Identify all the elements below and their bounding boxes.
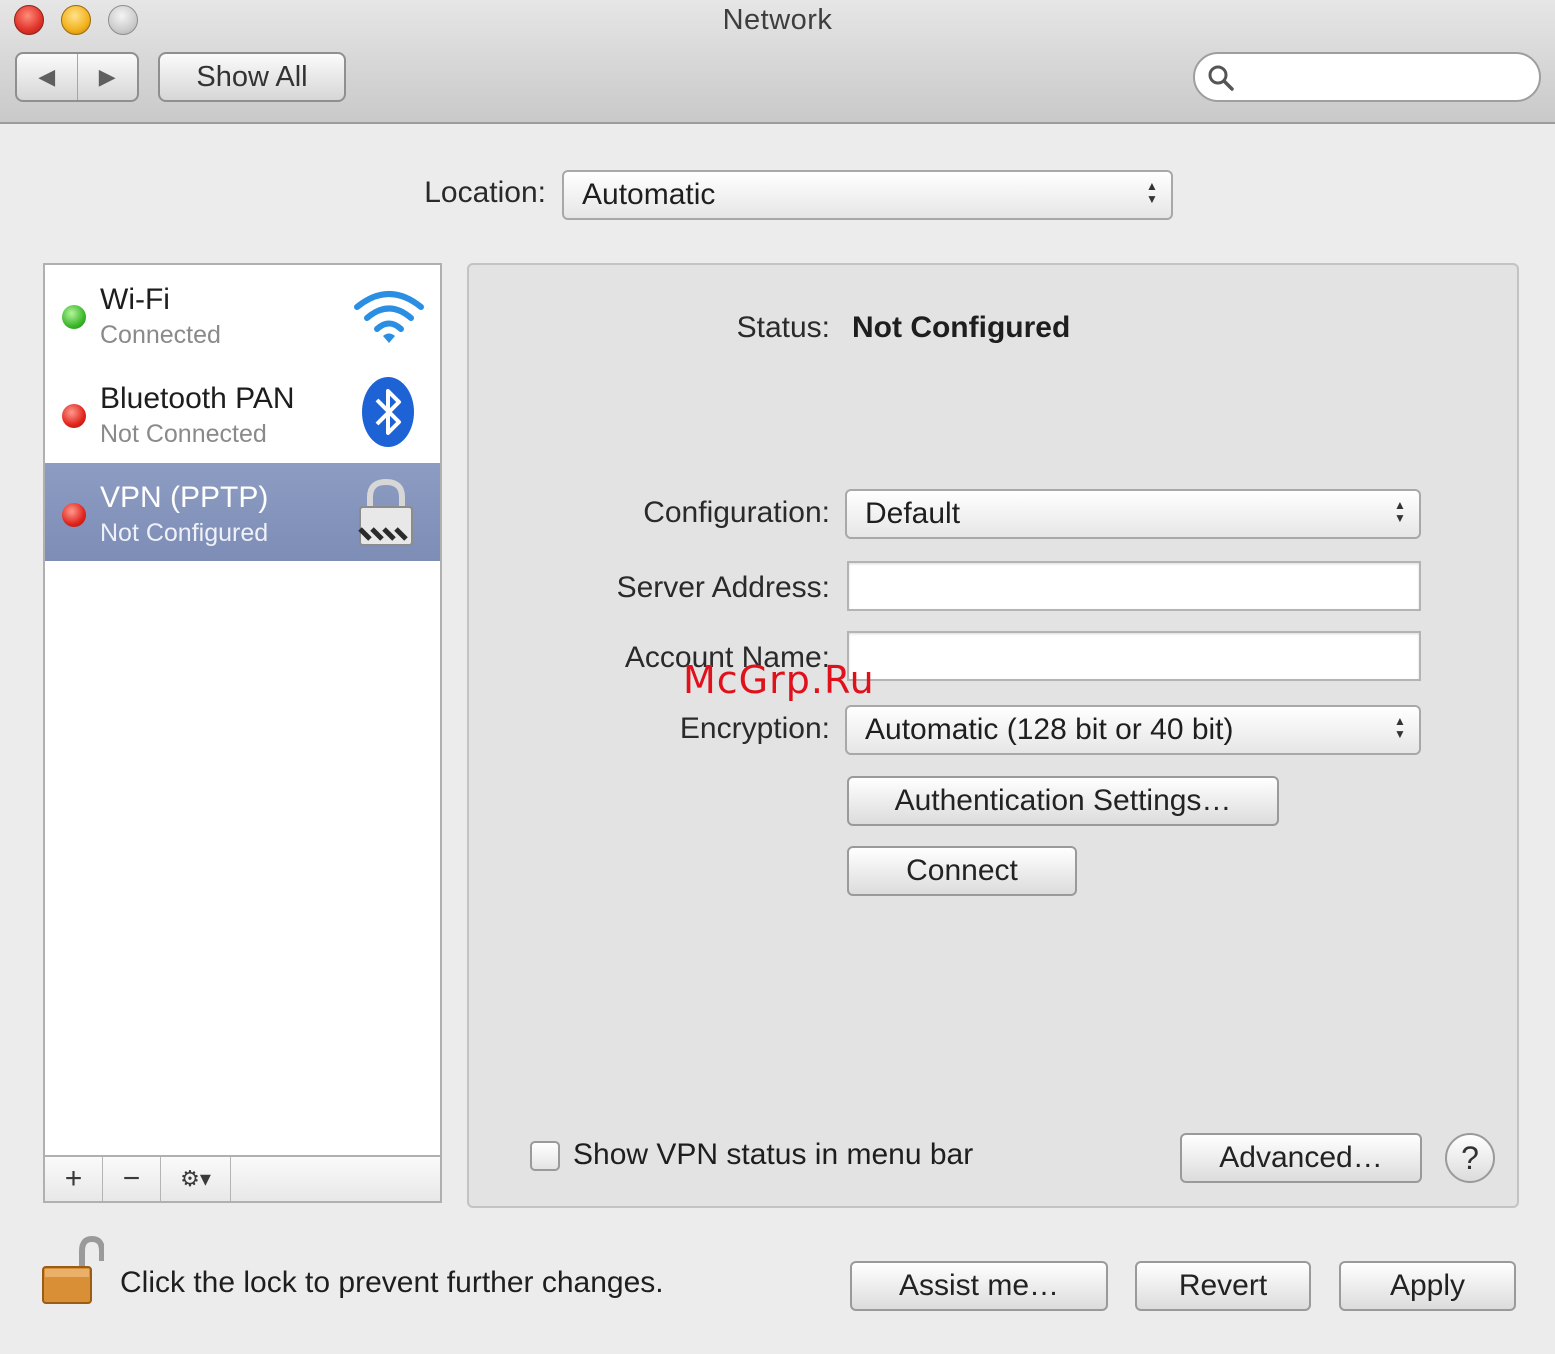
configuration-value: Default: [865, 497, 961, 530]
configuration-popup[interactable]: Default ▲ ▼: [845, 489, 1421, 539]
forward-arrow-icon: ▶: [98, 64, 116, 89]
assist-me-button[interactable]: Assist me…: [850, 1261, 1108, 1311]
service-item-vpn[interactable]: VPN (PPTP) Not Configured: [45, 463, 440, 561]
service-status: Connected: [100, 321, 221, 349]
apply-button[interactable]: Apply: [1339, 1261, 1516, 1311]
show-vpn-status-checkbox[interactable]: [530, 1141, 560, 1171]
revert-button[interactable]: Revert: [1135, 1261, 1311, 1311]
wifi-icon: [354, 291, 424, 343]
location-popup[interactable]: Automatic ▲ ▼: [562, 170, 1173, 220]
search-icon: [1208, 65, 1234, 91]
help-button[interactable]: ?: [1445, 1133, 1495, 1183]
service-list: Wi-Fi Connected Bluetooth PAN Not Connec…: [43, 263, 442, 1203]
search-field[interactable]: [1193, 52, 1541, 102]
open-lock-icon[interactable]: [40, 1235, 104, 1307]
lock-message: Click the lock to prevent further change…: [120, 1266, 664, 1299]
bluetooth-icon: [362, 377, 414, 447]
forward-button[interactable]: ▶: [78, 54, 138, 100]
encryption-value: Automatic (128 bit or 40 bit): [865, 713, 1234, 746]
service-item-wifi[interactable]: Wi-Fi Connected: [45, 265, 440, 363]
service-name: Bluetooth PAN: [100, 382, 295, 415]
account-name-field[interactable]: [847, 631, 1421, 681]
service-status: Not Configured: [100, 519, 269, 547]
action-gear-button[interactable]: ⚙▾: [161, 1157, 231, 1201]
encryption-label: Encryption:: [679, 712, 830, 745]
back-button[interactable]: ◀: [17, 54, 78, 100]
popup-arrows-icon: ▲ ▼: [1146, 179, 1158, 206]
service-item-bluetooth[interactable]: Bluetooth PAN Not Connected: [45, 364, 440, 462]
location-value: Automatic: [582, 178, 716, 211]
show-vpn-status-label: Show VPN status in menu bar: [573, 1138, 974, 1171]
account-name-input[interactable]: [849, 633, 1419, 679]
status-indicator-red: [62, 404, 86, 428]
status-indicator-green: [62, 305, 86, 329]
advanced-button[interactable]: Advanced…: [1180, 1133, 1422, 1183]
service-list-toolbar: + − ⚙▾: [45, 1155, 440, 1201]
show-all-button[interactable]: Show All: [158, 52, 346, 102]
authentication-settings-button[interactable]: Authentication Settings…: [847, 776, 1279, 826]
window-title: Network: [722, 4, 833, 36]
status-label: Status:: [736, 311, 830, 344]
status-value: Not Configured: [852, 311, 1071, 344]
back-forward-control: ◀ ▶: [15, 52, 139, 102]
server-address-label: Server Address:: [616, 571, 830, 604]
location-label: Location:: [424, 176, 546, 209]
help-icon: ?: [1461, 1139, 1479, 1176]
connect-button[interactable]: Connect: [847, 846, 1077, 896]
lock-icon: [358, 478, 413, 546]
status-indicator-red: [62, 503, 86, 527]
configuration-label: Configuration:: [643, 496, 830, 529]
server-address-field[interactable]: [847, 561, 1421, 611]
service-name: VPN (PPTP): [100, 481, 269, 514]
remove-service-button[interactable]: −: [103, 1157, 161, 1201]
watermark-text: McGrp.Ru: [683, 658, 875, 702]
service-status: Not Connected: [100, 420, 267, 448]
search-input[interactable]: [1241, 60, 1526, 94]
window-toolbar: Network ◀ ▶ Show All: [0, 0, 1555, 124]
service-name: Wi-Fi: [100, 283, 170, 316]
popup-arrows-icon: ▲ ▼: [1394, 498, 1406, 525]
add-service-button[interactable]: +: [45, 1157, 103, 1201]
back-arrow-icon: ◀: [38, 64, 56, 89]
server-address-input[interactable]: [849, 563, 1419, 609]
encryption-popup[interactable]: Automatic (128 bit or 40 bit) ▲ ▼: [845, 705, 1421, 755]
popup-arrows-icon: ▲ ▼: [1394, 714, 1406, 741]
